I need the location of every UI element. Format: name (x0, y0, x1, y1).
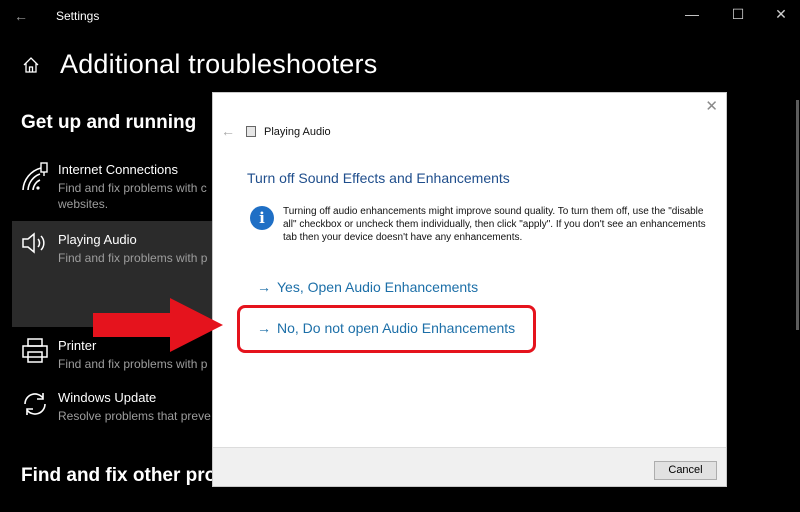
dialog-heading: Turn off Sound Effects and Enhancements (247, 170, 510, 186)
option-label: Yes, Open Audio Enhancements (277, 279, 479, 295)
back-arrow-icon[interactable]: ← (14, 8, 28, 24)
troubleshooter-name: Playing Audio (58, 232, 137, 247)
minimize-button[interactable]: — (682, 6, 702, 22)
troubleshooter-name: Windows Update (58, 390, 157, 405)
section-title-get-up-and-running: Get up and running (21, 112, 197, 133)
troubleshooter-name: Printer (58, 338, 97, 353)
printer-icon (21, 338, 49, 369)
dialog-footer: Cancel (213, 447, 726, 486)
troubleshooter-name: Internet Connections (58, 162, 178, 177)
speaker-icon (21, 231, 49, 260)
info-text: Turning off audio enhancements might imp… (283, 206, 706, 243)
troubleshooter-description: Find and fix problems with p (58, 251, 208, 265)
troubleshooter-app-icon (246, 126, 256, 137)
refresh-icon (21, 390, 49, 423)
yes-open-audio-enhancements-link[interactable]: → Yes, Open Audio Enhancements (257, 279, 478, 295)
no-do-not-open-audio-enhancements-link[interactable]: → No, Do not open Audio Enhancements (257, 320, 515, 336)
app-title: Settings (56, 9, 100, 23)
page-title: Additional troubleshooters (60, 49, 378, 79)
option-label: No, Do not open Audio Enhancements (277, 320, 516, 336)
troubleshooter-description: Resolve problems that preve (58, 409, 211, 423)
maximize-button[interactable]: ☐ (728, 6, 748, 23)
dialog-close-button[interactable]: ✕ (705, 97, 718, 115)
dialog-title: Playing Audio (264, 126, 331, 138)
arrow-right-icon: → (257, 279, 271, 295)
title-bar: ← Settings — ☐ ✕ (0, 0, 800, 32)
info-icon: i (250, 206, 274, 230)
dialog-back-arrow-icon[interactable]: ← (221, 123, 235, 139)
troubleshooter-windows-update[interactable]: Windows Update Resolve problems that pre… (12, 390, 217, 426)
troubleshooter-description: Find and fix problems with p (58, 357, 208, 371)
wifi-icon (21, 162, 49, 197)
section-title-find-and-fix-other-problems: Find and fix other proble (21, 465, 244, 486)
troubleshooter-internet-connections[interactable]: Internet Connections Find and fix proble… (12, 162, 217, 214)
red-annotation-arrow-icon (92, 297, 226, 358)
troubleshooter-description: Find and fix problems with c websites. (58, 181, 207, 211)
scrollbar[interactable] (796, 100, 799, 330)
arrow-right-icon: → (257, 320, 271, 336)
cancel-button[interactable]: Cancel (654, 461, 717, 480)
close-button[interactable]: ✕ (771, 6, 791, 23)
home-icon[interactable] (22, 56, 40, 79)
playing-audio-dialog: ✕ ← Playing Audio Turn off Sound Effects… (212, 92, 727, 487)
